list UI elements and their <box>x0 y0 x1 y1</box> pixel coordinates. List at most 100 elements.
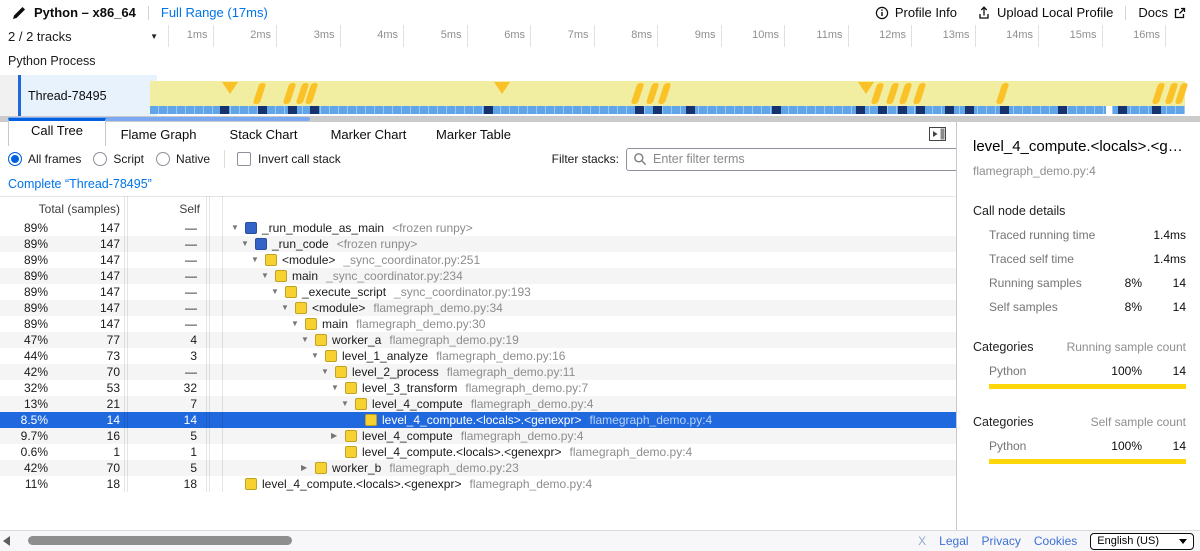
total-percent-cell: 89% <box>0 252 48 268</box>
file-location: flamegraph_demo.py:4 <box>471 396 594 412</box>
tree-expand-icon[interactable]: ▼ <box>281 300 295 316</box>
timeline-ruler[interactable]: 1ms2ms3ms4ms5ms6ms7ms8ms9ms10ms11ms12ms1… <box>150 25 1200 47</box>
radio-all-frames[interactable]: All frames <box>8 152 81 166</box>
footer-link-legal[interactable]: Legal <box>939 534 968 548</box>
column-self-header[interactable]: Self <box>123 202 203 216</box>
file-location: flamegraph_demo.py:4 <box>589 412 712 428</box>
radio-script[interactable]: Script <box>93 152 144 166</box>
samples-strip[interactable] <box>150 106 1185 114</box>
tree-expand-icon[interactable]: ▼ <box>261 268 275 284</box>
breadcrumb-root-link[interactable]: Complete “Thread-78495” <box>8 177 152 191</box>
tab-marker-table[interactable]: Marker Table <box>421 123 526 146</box>
table-row[interactable]: 42%70—▼level_2_processflamegraph_demo.py… <box>0 364 956 380</box>
tree-expand-icon[interactable]: ▶ <box>301 460 315 476</box>
horizontal-scrollbar-thumb[interactable] <box>28 536 292 545</box>
cell-spacer <box>197 396 228 412</box>
total-percent-cell: 42% <box>0 460 48 476</box>
table-row[interactable]: 89%147—▼_run_module_as_main<frozen runpy… <box>0 220 956 236</box>
sample-break <box>258 106 267 114</box>
edit-pencil-icon[interactable] <box>12 6 26 20</box>
tab-flame-graph[interactable]: Flame Graph <box>106 123 211 146</box>
marker-slash-icon[interactable] <box>913 83 927 104</box>
tree-expand-icon[interactable]: ▼ <box>291 316 305 332</box>
self-cell: 3 <box>120 348 197 364</box>
table-row[interactable]: 89%147—▼_run_code<frozen runpy> <box>0 236 956 252</box>
thread-track[interactable]: Thread-78495 <box>0 75 1200 116</box>
frame-category-chip <box>325 350 337 362</box>
self-cell: — <box>120 364 197 380</box>
table-row[interactable]: 8.5%1414level_4_compute.<locals>.<genexp… <box>0 412 956 428</box>
activity-graph[interactable] <box>150 81 1185 106</box>
cell-spacer <box>197 300 228 316</box>
marker-slash-icon[interactable] <box>283 83 297 104</box>
profile-info-button[interactable]: Profile Info <box>875 5 957 20</box>
frame-category-chip <box>345 382 357 394</box>
tree-expand-icon[interactable]: ▼ <box>251 252 265 268</box>
sample-break <box>965 106 974 114</box>
footer-close-button[interactable]: X <box>918 534 926 548</box>
table-row[interactable]: 13%217▼level_4_computeflamegraph_demo.py… <box>0 396 956 412</box>
table-row[interactable]: 89%147—▼main_sync_coordinator.py:234 <box>0 268 956 284</box>
sidebar-file-location: flamegraph_demo.py:4 <box>973 164 1186 178</box>
file-location: flamegraph_demo.py:11 <box>447 364 576 380</box>
tab-stack-chart[interactable]: Stack Chart <box>211 123 316 146</box>
table-row[interactable]: 42%705▶worker_bflamegraph_demo.py:23 <box>0 460 956 476</box>
table-row[interactable]: 0.6%11level_4_compute.<locals>.<genexpr>… <box>0 444 956 460</box>
full-range-link[interactable]: Full Range (17ms) <box>161 5 268 20</box>
column-total-header[interactable]: Total (samples) <box>0 202 123 216</box>
filter-stacks-input[interactable] <box>626 148 958 171</box>
tree-expand-icon[interactable]: ▼ <box>301 332 315 348</box>
tree-expand-icon[interactable]: ▶ <box>331 428 345 444</box>
upload-profile-button[interactable]: Upload Local Profile <box>977 5 1113 20</box>
footer-link-privacy[interactable]: Privacy <box>982 534 1021 548</box>
footer-link-cookies[interactable]: Cookies <box>1034 534 1077 548</box>
file-location: flamegraph_demo.py:4 <box>569 444 692 460</box>
file-location: flamegraph_demo.py:4 <box>461 428 584 444</box>
radio-native[interactable]: Native <box>156 152 210 166</box>
table-row[interactable]: 89%147—▼<module>_sync_coordinator.py:251 <box>0 252 956 268</box>
language-select[interactable]: English (US) <box>1090 533 1194 550</box>
process-track-header[interactable]: Python Process <box>0 47 1200 76</box>
table-row[interactable]: 44%733▼level_1_analyzeflamegraph_demo.py… <box>0 348 956 364</box>
ruler-tick: 15ms <box>1039 25 1103 47</box>
marker-triangle-icon[interactable] <box>858 82 874 94</box>
tree-expand-icon[interactable]: ▼ <box>331 380 345 396</box>
table-row[interactable]: 11%1818level_4_compute.<locals>.<genexpr… <box>0 476 956 492</box>
tab-marker-chart[interactable]: Marker Chart <box>316 123 421 146</box>
frame-cell: ▼mainflamegraph_demo.py:30 <box>228 316 956 332</box>
tree-expand-icon[interactable]: ▼ <box>311 348 325 364</box>
marker-slash-icon[interactable] <box>871 83 885 104</box>
tree-expand-icon[interactable]: ▼ <box>341 396 355 412</box>
tracks-dropdown[interactable]: 2 / 2 tracks ▼ <box>0 25 169 47</box>
marker-slash-icon[interactable] <box>658 83 672 104</box>
tab-call-tree[interactable]: Call Tree <box>8 118 106 147</box>
self-cell: 7 <box>120 396 197 412</box>
thread-track-label[interactable]: Thread-78495 <box>21 75 157 116</box>
table-row[interactable]: 89%147—▼_execute_script_sync_coordinator… <box>0 284 956 300</box>
marker-triangle-icon[interactable] <box>222 82 238 94</box>
marker-triangle-icon[interactable] <box>494 82 510 94</box>
table-row[interactable]: 9.7%165▶level_4_computeflamegraph_demo.p… <box>0 428 956 444</box>
table-row[interactable]: 47%774▼worker_aflamegraph_demo.py:19 <box>0 332 956 348</box>
marker-slash-icon[interactable] <box>631 83 645 104</box>
detail-percent: 8% <box>1098 300 1142 314</box>
scroll-left-arrow-icon[interactable] <box>3 536 10 546</box>
table-row[interactable]: 89%147—▼<module>flamegraph_demo.py:34 <box>0 300 956 316</box>
function-name: main <box>322 316 348 332</box>
total-samples-cell: 147 <box>48 220 120 236</box>
tree-expand-icon[interactable]: ▼ <box>321 364 335 380</box>
table-row[interactable]: 32%5332▼level_3_transformflamegraph_demo… <box>0 380 956 396</box>
tree-expand-icon[interactable]: ▼ <box>241 236 255 252</box>
bottom-bar: X Legal Privacy Cookies English (US) <box>0 530 1200 551</box>
tree-expand-icon[interactable]: ▼ <box>271 284 285 300</box>
sidebar-toggle-button[interactable] <box>929 127 947 141</box>
marker-slash-icon[interactable] <box>253 83 267 104</box>
table-row[interactable]: 89%147—▼mainflamegraph_demo.py:30 <box>0 316 956 332</box>
tree-expand-icon[interactable]: ▼ <box>231 220 245 236</box>
marker-slash-icon[interactable] <box>899 83 913 104</box>
marker-slash-icon[interactable] <box>1152 83 1166 104</box>
invert-call-stack-checkbox[interactable]: Invert call stack <box>237 152 341 166</box>
marker-slash-icon[interactable] <box>886 83 900 104</box>
docs-link[interactable]: Docs <box>1138 5 1186 20</box>
marker-slash-icon[interactable] <box>996 83 1010 104</box>
